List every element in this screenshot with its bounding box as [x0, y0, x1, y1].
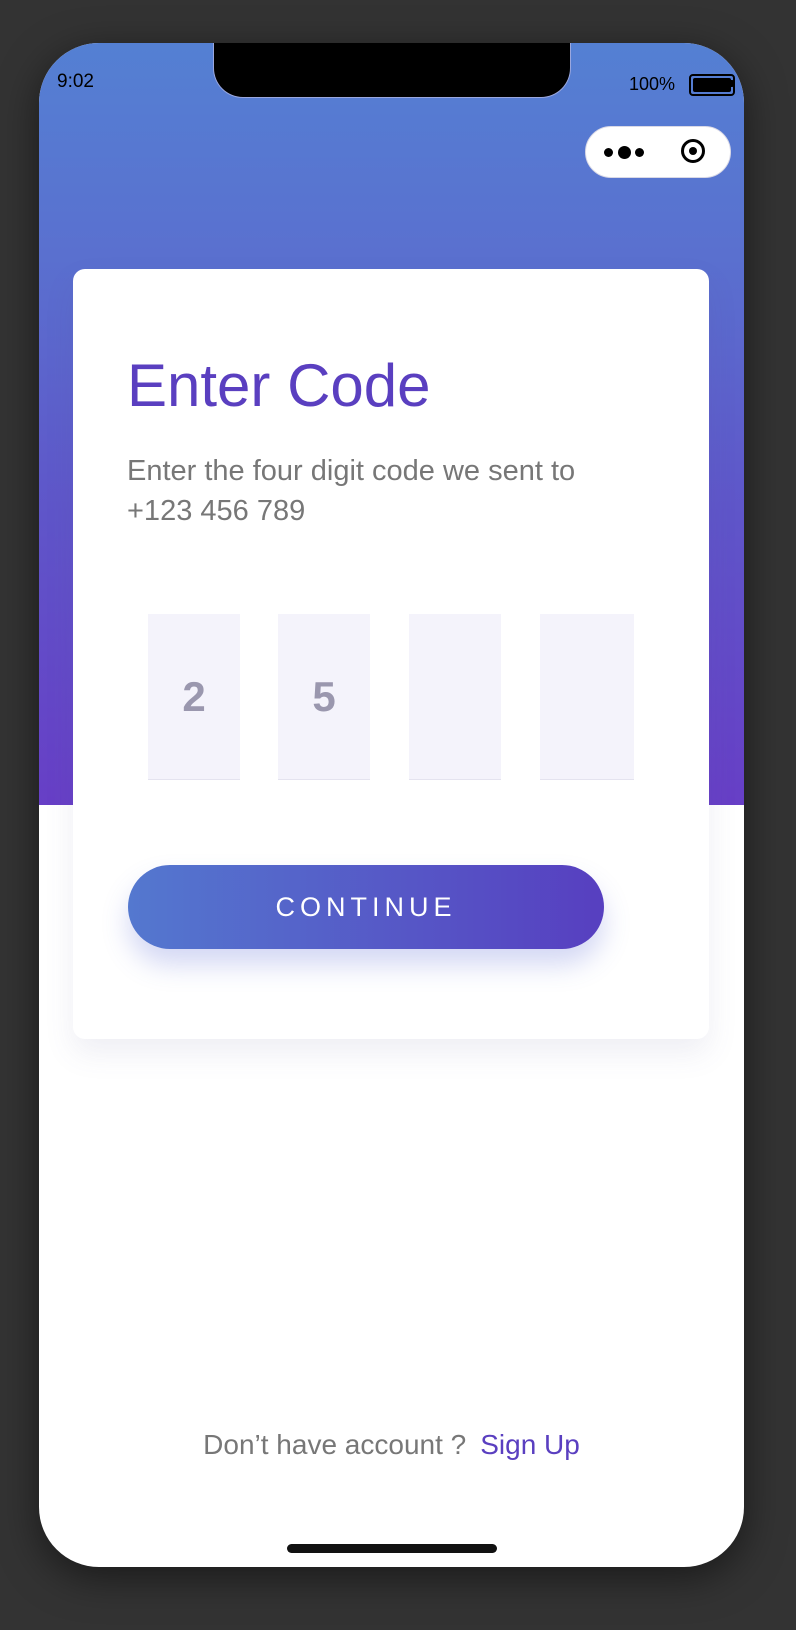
more-dots-icon[interactable]: [604, 146, 646, 160]
target-circle-icon[interactable]: [681, 139, 705, 163]
code-digit-4[interactable]: [540, 614, 634, 780]
code-digit-3[interactable]: [409, 614, 501, 780]
page-title: Enter Code: [127, 352, 431, 419]
phone-screen: 9:02 100% Enter Code Enter the four digi…: [39, 43, 744, 1567]
code-description: Enter the four digit code we sent to +12…: [127, 455, 576, 527]
dot: [604, 148, 613, 157]
mini-program-capsule: [585, 126, 731, 178]
battery-level-fill: [693, 78, 731, 92]
continue-button[interactable]: CONTINUE: [128, 865, 604, 949]
battery-icon: [689, 74, 735, 96]
signup-prompt-text: Don’t have account ?: [203, 1429, 467, 1460]
status-time: 9:02: [57, 71, 94, 92]
device-notch: [213, 43, 571, 98]
verification-card: Enter Code Enter the four digit code we …: [73, 269, 709, 1039]
battery-tip: [731, 80, 734, 87]
code-input-row: 2 5: [148, 614, 638, 780]
signup-link[interactable]: Sign Up: [480, 1429, 580, 1460]
signup-prompt: Don’t have account ? Sign Up: [39, 1429, 744, 1461]
dot: [618, 146, 631, 159]
code-digit-2[interactable]: 5: [278, 614, 370, 780]
code-digit-1[interactable]: 2: [148, 614, 240, 780]
battery-percent: 100%: [629, 74, 676, 94]
home-indicator[interactable]: [287, 1544, 497, 1553]
dot: [635, 148, 644, 157]
